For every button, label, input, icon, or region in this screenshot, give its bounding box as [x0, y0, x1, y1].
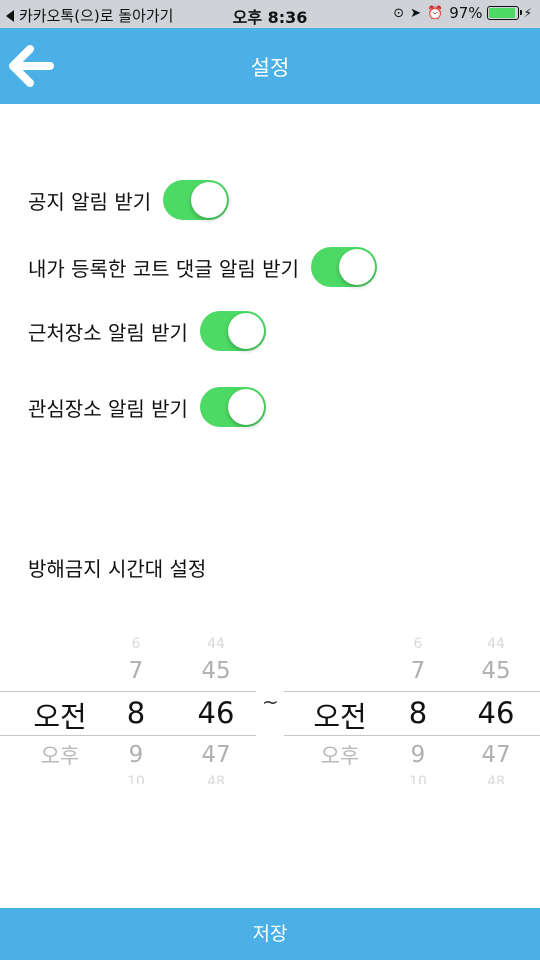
- start-ampm-column[interactable]: 오전 오후: [10, 636, 110, 784]
- setting-label: 공지 알림 받기: [28, 189, 152, 214]
- dnd-start-picker[interactable]: 오전 오후 6 7 8 9 10 44 45 46 47 48: [0, 636, 256, 784]
- orientation-lock-icon: ⊙: [393, 5, 405, 21]
- start-ampm-next: 오후: [40, 744, 80, 768]
- start-hour-column[interactable]: 6 7 8 9 10: [100, 636, 172, 784]
- status-right: ⊙ ➤ ⏰ 97% ⚡: [393, 4, 532, 22]
- location-arrow-icon: ➤: [410, 5, 422, 21]
- start-minute-selected: 46: [197, 696, 235, 730]
- end-minute-column[interactable]: 44 45 46 47 48: [456, 636, 536, 784]
- dnd-end-picker[interactable]: 오전 오후 6 7 8 9 10 44 45 46 47 48: [284, 636, 540, 784]
- setting-label: 근처장소 알림 받기: [28, 320, 188, 345]
- dnd-section-title: 방해금지 시간대 설정: [28, 557, 207, 581]
- end-hour-prev: 7: [410, 658, 426, 684]
- end-ampm-column[interactable]: 오전 오후: [290, 636, 390, 784]
- end-minute-next: 47: [481, 742, 511, 768]
- start-hour-selected: 8: [126, 696, 146, 730]
- start-minute-next: 47: [201, 742, 231, 768]
- end-hour-next: 9: [410, 742, 426, 768]
- end-ampm-selected: 오전: [313, 700, 367, 734]
- battery-icon: [486, 6, 522, 20]
- status-bar: 카카오톡(으)로 돌아가기 오후 8:36 ⊙ ➤ ⏰ 97% ⚡: [0, 0, 540, 28]
- settings-screen: 카카오톡(으)로 돌아가기 오후 8:36 ⊙ ➤ ⏰ 97% ⚡ 설정 공지 …: [0, 0, 540, 960]
- start-minute-column[interactable]: 44 45 46 47 48: [176, 636, 256, 784]
- setting-nearby: 근처장소 알림 받기: [28, 311, 266, 351]
- start-hour-next: 9: [128, 742, 144, 768]
- favorite-toggle[interactable]: [199, 387, 266, 427]
- alarm-icon: ⏰: [427, 5, 444, 21]
- save-button[interactable]: 저장: [0, 908, 540, 960]
- page-title: 설정: [250, 56, 290, 80]
- setting-notice: 공지 알림 받기: [28, 180, 230, 220]
- setting-court-comment: 내가 등록한 코트 댓글 알림 받기: [28, 247, 377, 287]
- end-minute-selected: 46: [477, 696, 515, 730]
- start-ampm-selected: 오전: [33, 700, 87, 734]
- time-range-separator: ~: [262, 690, 279, 714]
- setting-favorite: 관심장소 알림 받기: [28, 387, 266, 427]
- charging-bolt-icon: ⚡: [523, 6, 532, 20]
- court-comment-toggle[interactable]: [311, 247, 377, 287]
- end-minute-prev: 45: [481, 658, 511, 684]
- end-hour-selected: 8: [408, 696, 428, 730]
- nearby-toggle[interactable]: [199, 311, 266, 351]
- app-header: 설정: [0, 28, 540, 104]
- end-ampm-next: 오후: [320, 744, 360, 768]
- setting-label: 관심장소 알림 받기: [28, 396, 188, 421]
- start-hour-prev: 7: [128, 658, 144, 684]
- end-hour-column[interactable]: 6 7 8 9 10: [382, 636, 454, 784]
- notice-toggle[interactable]: [163, 180, 230, 220]
- start-minute-prev: 45: [201, 658, 231, 684]
- battery-percent: 97%: [449, 4, 483, 22]
- setting-label: 내가 등록한 코트 댓글 알림 받기: [28, 256, 299, 281]
